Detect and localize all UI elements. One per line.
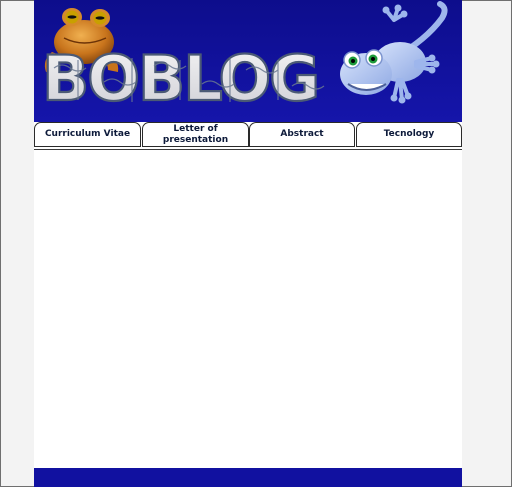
banner-artwork: BOBLOG — [34, 0, 462, 122]
content-area — [34, 150, 462, 468]
tab-label: Curriculum Vitae — [44, 129, 131, 139]
tab-label: Abstract — [280, 129, 324, 139]
page-container: BOBLOG Curriculum Vitae Letter of presen… — [34, 0, 462, 487]
tab-letter-of-presentation[interactable]: Letter of presentation — [142, 122, 249, 147]
tab-curriculum-vitae[interactable]: Curriculum Vitae — [34, 122, 141, 147]
nav-tabs: Curriculum Vitae Letter of presentation … — [34, 122, 462, 150]
tab-abstract[interactable]: Abstract — [249, 122, 355, 147]
tab-tecnology[interactable]: Tecnology — [356, 122, 462, 147]
footer-bar — [34, 468, 462, 487]
puzzle-logo: BOBLOG — [41, 41, 325, 116]
tab-label: Tecnology — [383, 129, 435, 139]
tab-label: Letter of presentation — [162, 123, 229, 145]
header-banner: BOBLOG — [34, 0, 462, 122]
